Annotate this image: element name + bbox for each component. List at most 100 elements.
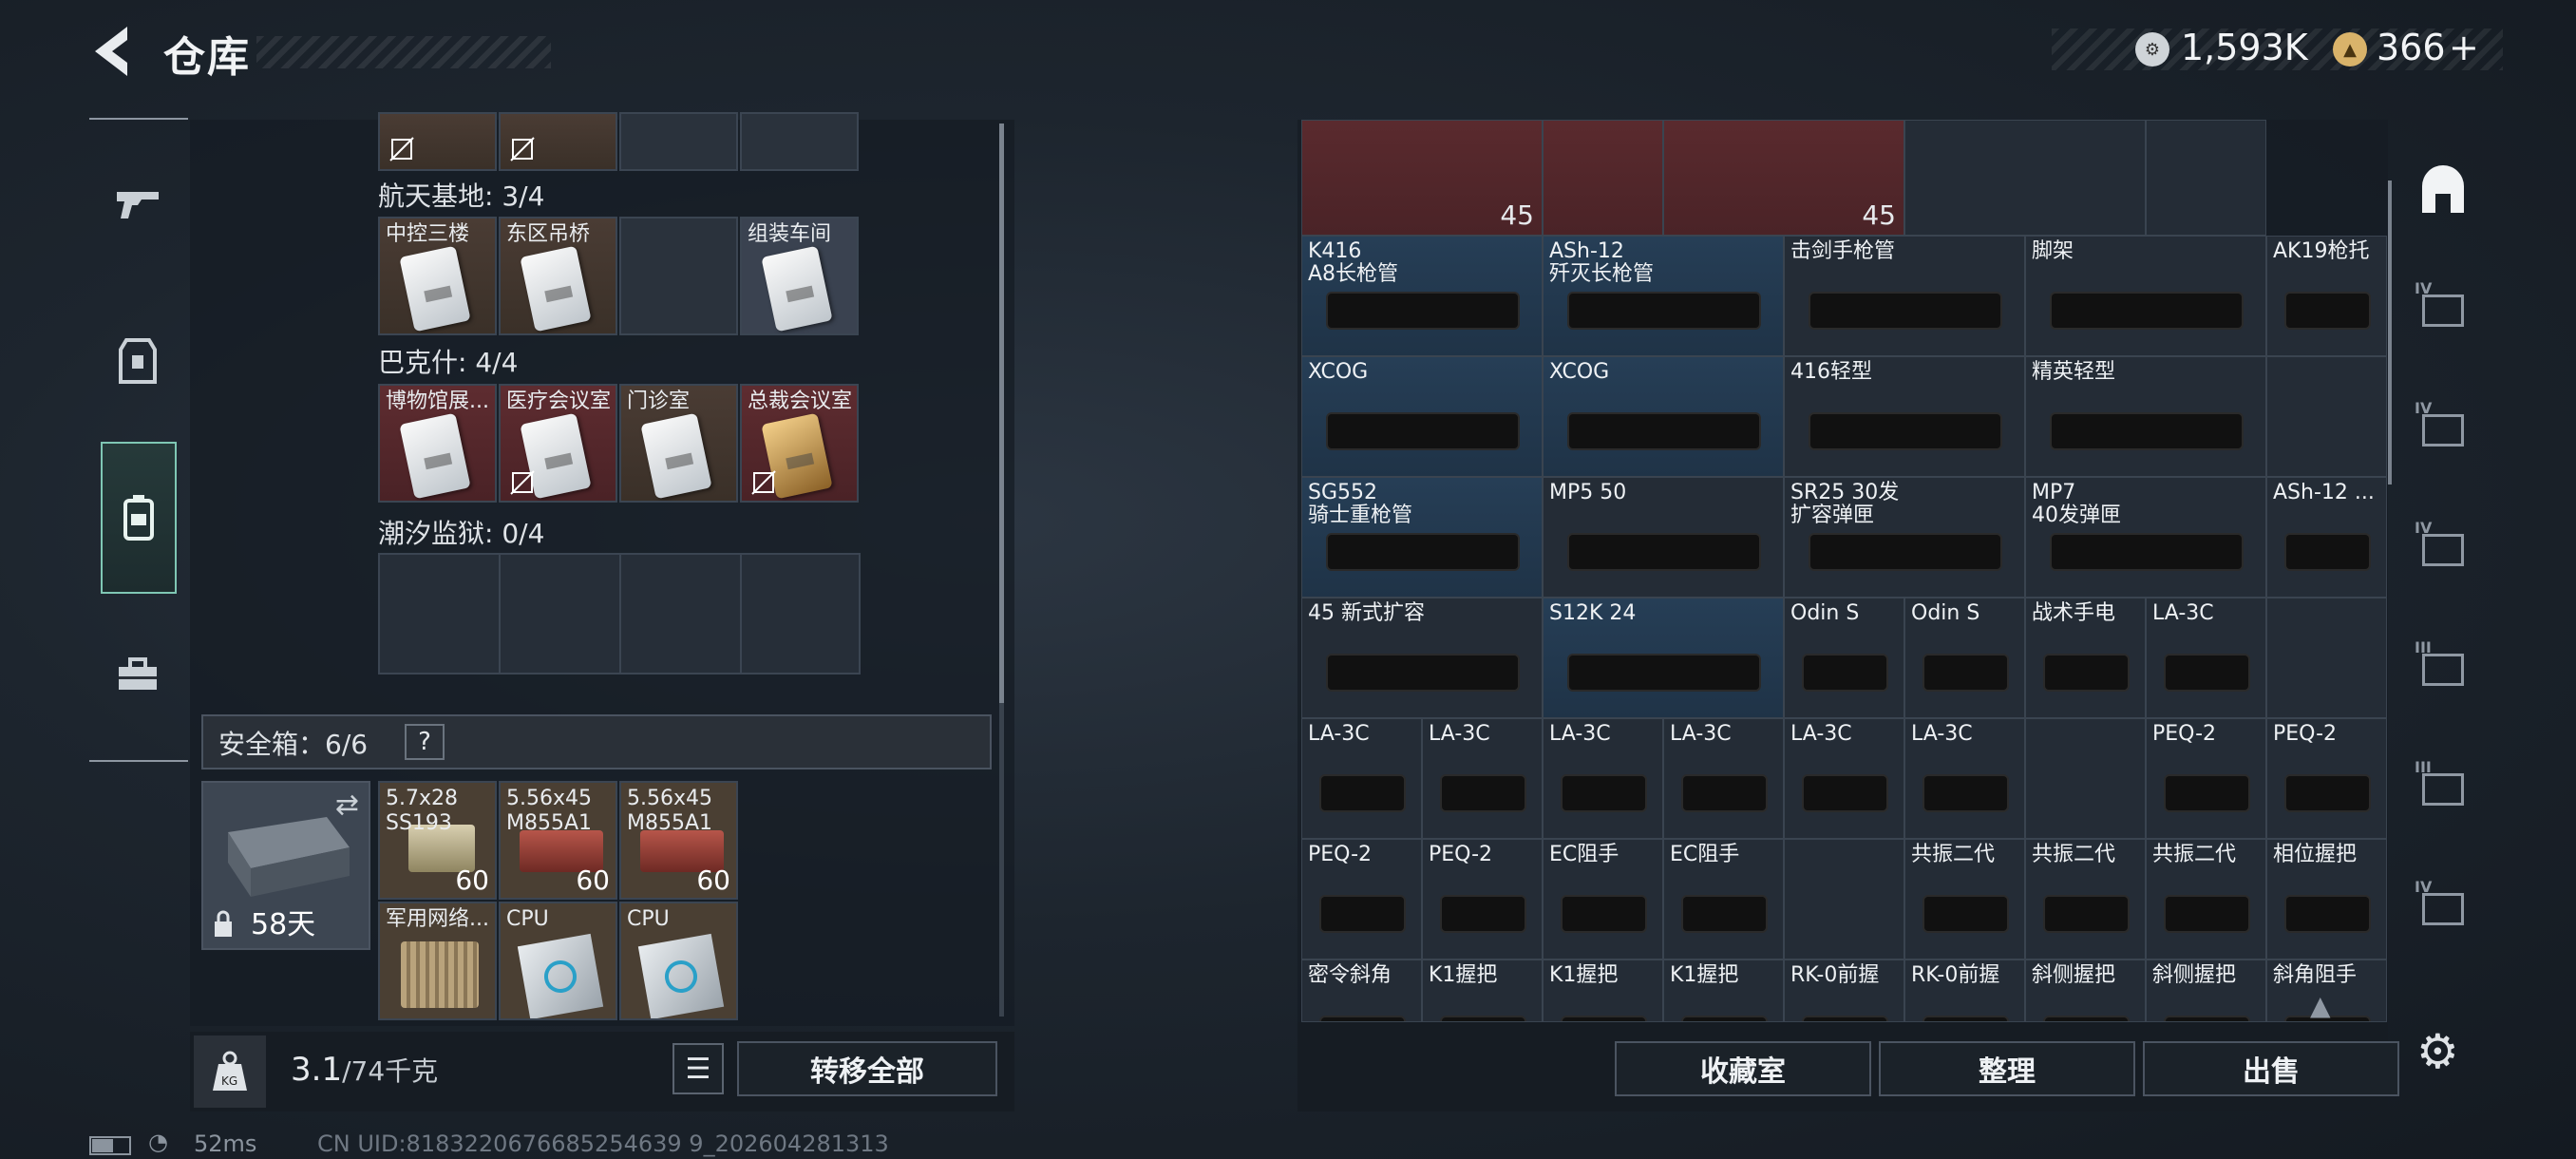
key-card-slot[interactable]: 中控三楼: [378, 217, 497, 335]
stash-item[interactable]: [1784, 839, 1904, 960]
key-card-slot[interactable]: 博物馆展...: [378, 384, 497, 503]
storage-case-tab[interactable]: IV: [2413, 515, 2473, 576]
scroll-up-icon[interactable]: ▲: [2310, 990, 2331, 1021]
list-view-button[interactable]: ☰: [672, 1043, 724, 1094]
stash-item[interactable]: ASh-12 ...: [2266, 477, 2387, 598]
key-card-slot[interactable]: [740, 112, 859, 171]
storage-case-tab[interactable]: III: [2413, 754, 2473, 815]
key-card-slot[interactable]: 门诊室: [619, 384, 738, 503]
gold-coin-icon: ▲: [2333, 32, 2367, 66]
stash-item[interactable]: K1握把: [1663, 960, 1784, 1022]
scrollbar-thumb[interactable]: [999, 124, 1004, 703]
stash-item[interactable]: Odin S: [1904, 598, 2025, 718]
weight-value: 3.1/74千克: [291, 1051, 439, 1089]
stash-item[interactable]: [2266, 356, 2387, 477]
stash-item[interactable]: 共振二代: [2025, 839, 2146, 960]
stash-item[interactable]: XCOG: [1543, 356, 1784, 477]
backpack-icon: [123, 495, 154, 541]
key-card-slot[interactable]: [619, 217, 738, 335]
key-card-slot[interactable]: 医疗会议室: [499, 384, 617, 503]
key-card-slot[interactable]: 东区吊桥: [499, 217, 617, 335]
stash-item[interactable]: SR25 30发 扩容弹匣: [1784, 477, 2025, 598]
stash-item[interactable]: 精英轻型: [2025, 356, 2266, 477]
storage-case-tab[interactable]: IV: [2413, 874, 2473, 935]
stash-item[interactable]: LA-3C: [1904, 718, 2025, 839]
add-currency-button[interactable]: +: [2449, 27, 2479, 68]
stash-item[interactable]: 45: [1301, 120, 1543, 236]
stash-item[interactable]: MP5 50: [1543, 477, 1784, 598]
stash-item[interactable]: XCOG: [1301, 356, 1543, 477]
stash-home-icon[interactable]: [2413, 162, 2473, 222]
back-arrow-icon[interactable]: [85, 21, 142, 82]
stash-item[interactable]: 密令斜角: [1301, 960, 1422, 1022]
stash-item[interactable]: SG552 骑士重枪管: [1301, 477, 1543, 598]
gun-icon[interactable]: [100, 165, 176, 241]
stash-item[interactable]: [1543, 120, 1663, 236]
collection-room-button[interactable]: 收藏室: [1615, 1041, 1871, 1096]
map-section-title: 巴克什: 4/4: [378, 347, 519, 378]
key-card-slot[interactable]: [378, 112, 497, 171]
stash-item[interactable]: 45 新式扩容: [1301, 598, 1543, 718]
storage-case-tab[interactable]: III: [2413, 635, 2473, 695]
stash-item[interactable]: 共振二代: [2146, 839, 2266, 960]
stash-item[interactable]: 击剑手枪管: [1784, 236, 2025, 356]
stash-item[interactable]: K416 A8长枪管: [1301, 236, 1543, 356]
stash-item[interactable]: PEQ-2: [1422, 839, 1543, 960]
stash-item[interactable]: LA-3C: [1543, 718, 1663, 839]
storage-case-tab[interactable]: IV: [2413, 395, 2473, 456]
safebox-item[interactable]: 军用网络...: [378, 902, 497, 1020]
stash-item[interactable]: LA-3C: [1663, 718, 1784, 839]
stash-item[interactable]: 416轻型: [1784, 356, 2025, 477]
sort-button[interactable]: 整理: [1879, 1041, 2135, 1096]
stash-item[interactable]: [2266, 598, 2387, 718]
key-card-slot[interactable]: 总裁会议室: [740, 384, 859, 503]
stash-item[interactable]: PEQ-2: [1301, 839, 1422, 960]
stash-item[interactable]: 相位握把: [2266, 839, 2387, 960]
stash-item[interactable]: AK19枪托: [2266, 236, 2387, 356]
stash-item[interactable]: K1握把: [1422, 960, 1543, 1022]
stash-item[interactable]: LA-3C: [1301, 718, 1422, 839]
safebox-item[interactable]: CPU: [499, 902, 617, 1020]
transfer-all-button[interactable]: 转移全部: [737, 1041, 997, 1096]
stash-item[interactable]: LA-3C: [1422, 718, 1543, 839]
stash-item[interactable]: 共振二代: [1904, 839, 2025, 960]
stash-item[interactable]: LA-3C: [1784, 718, 1904, 839]
stash-item[interactable]: ASh-12 歼灭长枪管: [1543, 236, 1784, 356]
stash-item[interactable]: RK-0前握: [1784, 960, 1904, 1022]
storage-case-tab[interactable]: IV: [2413, 276, 2473, 336]
sell-button[interactable]: 出售: [2143, 1041, 2399, 1096]
key-card-slot[interactable]: [499, 112, 617, 171]
stash-item[interactable]: S12K 24: [1543, 598, 1784, 718]
safebox-item[interactable]: 5.56x45 M855A1 60: [499, 781, 617, 900]
stash-item[interactable]: 45: [1663, 120, 1904, 236]
help-button[interactable]: ?: [405, 724, 445, 760]
stash-item[interactable]: LA-3C: [2146, 598, 2266, 718]
stash-item[interactable]: 战术手电: [2025, 598, 2146, 718]
safebox-item[interactable]: CPU: [619, 902, 738, 1020]
stash-item[interactable]: EC阻手: [1663, 839, 1784, 960]
stash-scrollbar[interactable]: [2388, 180, 2392, 484]
stash-item[interactable]: 斜侧握把: [2025, 960, 2146, 1022]
toolbox-icon[interactable]: [100, 636, 176, 712]
stash-item[interactable]: RK-0前握: [1904, 960, 2025, 1022]
safebox-item[interactable]: 5.56x45 M855A1 60: [619, 781, 738, 900]
stash-item[interactable]: 脚架: [2025, 236, 2266, 356]
stash-item[interactable]: 斜侧握把: [2146, 960, 2266, 1022]
stash-item[interactable]: Odin S: [1784, 598, 1904, 718]
armor-icon[interactable]: [100, 323, 176, 399]
stash-item[interactable]: EC阻手: [1543, 839, 1663, 960]
settings-gear-icon[interactable]: ⚙: [2416, 1024, 2459, 1079]
stash-item[interactable]: [1904, 120, 2146, 236]
safebox-slot[interactable]: ⇄ 58天: [201, 781, 370, 950]
key-card-slot[interactable]: 组装车间: [740, 217, 859, 335]
stash-item[interactable]: [2146, 120, 2266, 236]
stash-item[interactable]: PEQ-2: [2266, 718, 2387, 839]
stash-item[interactable]: K1握把: [1543, 960, 1663, 1022]
safebox-days: 58天: [251, 908, 316, 941]
backpack-tab-active[interactable]: [101, 442, 177, 594]
stash-item[interactable]: MP7 40发弹匣: [2025, 477, 2266, 598]
safebox-item[interactable]: 5.7x28 SS193 60: [378, 781, 497, 900]
stash-item[interactable]: PEQ-2: [2146, 718, 2266, 839]
stash-item[interactable]: [2025, 718, 2146, 839]
key-card-slot[interactable]: [619, 112, 738, 171]
